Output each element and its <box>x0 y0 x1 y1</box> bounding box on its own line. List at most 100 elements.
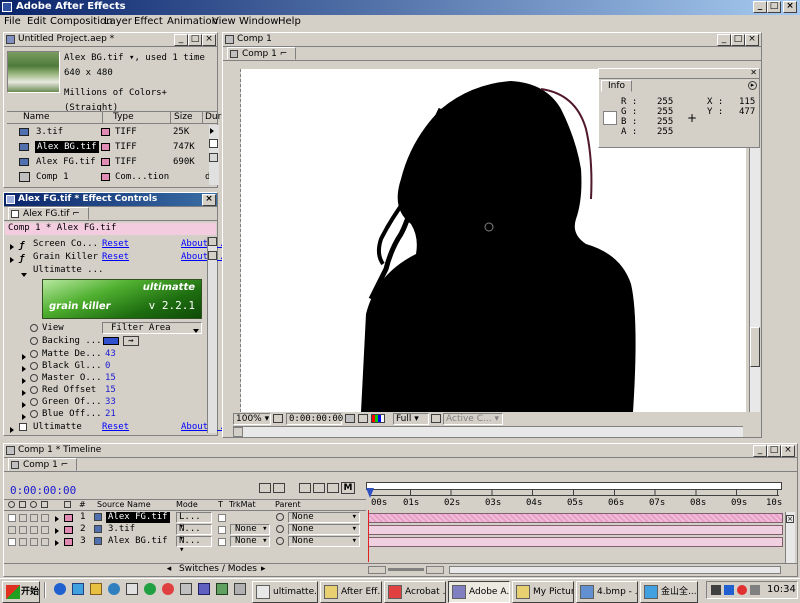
param-value[interactable]: 21 <box>105 407 116 421</box>
layer-parent-dropdown[interactable]: None ▾ <box>288 512 360 523</box>
effect-reset-link[interactable]: Reset <box>102 237 129 251</box>
layer-lock-toggle[interactable] <box>41 526 49 534</box>
layer-mode-dropdown[interactable]: N... ▾ <box>176 536 212 555</box>
pick-whip-icon[interactable] <box>276 537 284 545</box>
switches-modes-toggle[interactable]: Switches / Modes <box>179 564 257 575</box>
scroll-right-icon[interactable] <box>210 127 214 137</box>
tray-icon-1[interactable] <box>711 585 721 595</box>
menu-edit[interactable]: Edit <box>27 15 46 29</box>
zoom-in-icon[interactable] <box>426 566 444 574</box>
effect-row-ultimatte-main[interactable]: Ultimatte Reset About... <box>4 420 224 435</box>
info-close-icon[interactable]: ✕ <box>750 68 757 77</box>
layer-mode-dropdown[interactable]: N... ▾ <box>176 524 212 543</box>
project-new-folder-icon[interactable] <box>209 153 218 162</box>
layer-label-swatch[interactable] <box>64 538 73 546</box>
preserve-transparency-checkbox[interactable] <box>218 526 226 534</box>
project-item[interactable]: Comp 1 Com...tion d <box>7 170 210 185</box>
ie-quicklaunch-icon[interactable] <box>54 583 66 595</box>
work-area-bar[interactable] <box>366 482 782 490</box>
app2-quicklaunch-icon[interactable] <box>144 583 156 595</box>
layer-mode-dropdown[interactable]: L... ▾ <box>176 512 212 531</box>
stopwatch-icon[interactable] <box>30 386 38 394</box>
eyedropper-icon[interactable]: ⇝ <box>123 336 139 346</box>
app7-quicklaunch-icon[interactable] <box>234 583 246 595</box>
stopwatch-icon[interactable] <box>30 324 38 332</box>
collapse-icon[interactable] <box>21 273 27 277</box>
tab-alex-fg[interactable]: Alex FG.tif ⌐ <box>8 207 89 220</box>
close-button[interactable]: × <box>783 1 797 13</box>
scroll-right-icon[interactable]: ▸ <box>261 564 266 575</box>
layer-lock-toggle[interactable] <box>41 538 49 546</box>
layer-trkmat-dropdown[interactable]: None ▾ <box>230 536 270 547</box>
zoom-out-icon[interactable] <box>368 566 386 574</box>
project-scrollbar[interactable] <box>209 125 219 185</box>
layer-expand-icon[interactable] <box>55 516 59 522</box>
layer-trkmat-dropdown[interactable]: None ▾ <box>230 524 270 535</box>
comp-horizontal-scrollbar[interactable] <box>233 426 743 437</box>
stopwatch-icon[interactable] <box>30 374 38 382</box>
time-ruler[interactable]: 00s 01s 02s 03s 04s 05s 06s 07s 08s 09s … <box>366 482 784 511</box>
frame-blending-icon[interactable] <box>299 483 311 493</box>
app6-quicklaunch-icon[interactable] <box>216 583 228 595</box>
media-quicklaunch-icon[interactable] <box>108 583 120 595</box>
layer-label-swatch[interactable] <box>64 514 73 522</box>
layer-audio-toggle[interactable] <box>19 514 27 522</box>
tray-icon-3[interactable] <box>737 585 747 595</box>
timeline-close-button[interactable]: × <box>781 445 795 457</box>
scroll-left-icon[interactable]: ◂ <box>164 564 174 575</box>
shy-layers-icon[interactable] <box>273 483 285 493</box>
menu-file[interactable]: File <box>4 15 21 29</box>
tab-info[interactable]: Info <box>601 80 633 92</box>
effect-about-link[interactable]: About... <box>181 250 224 264</box>
scroll-left-icon[interactable] <box>233 427 243 437</box>
preserve-transparency-checkbox[interactable] <box>218 538 226 546</box>
comp-close-button[interactable]: × <box>745 34 759 46</box>
stopwatch-icon[interactable] <box>30 362 38 370</box>
effect-reset-link[interactable]: Reset <box>102 250 129 264</box>
tray-icon-2[interactable] <box>724 585 734 595</box>
tab-timeline-comp-1[interactable]: Comp 1 ⌐ <box>8 458 78 471</box>
timeline-close-x-icon[interactable]: × <box>786 515 794 523</box>
channels-icon[interactable] <box>371 414 385 423</box>
col-source-name[interactable]: Source Name <box>97 500 151 510</box>
menu-help[interactable]: Help <box>278 15 301 29</box>
layer-visibility-eye-icon[interactable] <box>8 526 16 534</box>
preserve-transparency-checkbox[interactable] <box>218 514 226 522</box>
project-settings-icon[interactable] <box>209 139 218 148</box>
effect-about-link[interactable]: About... <box>181 237 224 251</box>
menu-window[interactable]: Window <box>239 15 278 29</box>
minimize-button[interactable]: _ <box>753 1 767 13</box>
layer-name[interactable]: Alex BG.tif <box>108 536 168 547</box>
scroll-thumb[interactable] <box>750 327 760 367</box>
expand-icon[interactable] <box>10 427 14 433</box>
layer-solo-toggle[interactable] <box>30 538 38 546</box>
app5-quicklaunch-icon[interactable] <box>198 583 210 595</box>
timeline-maximize-button[interactable]: □ <box>767 445 781 457</box>
app3-quicklaunch-icon[interactable] <box>162 583 174 595</box>
project-item[interactable]: Alex BG.tif TIFF 747K <box>7 140 207 155</box>
stopwatch-icon[interactable] <box>30 350 38 358</box>
app-quicklaunch-icon[interactable] <box>126 583 138 595</box>
zoom-dropdown[interactable]: 100% ▾ <box>233 413 271 425</box>
menu-view[interactable]: View <box>212 15 236 29</box>
comp-maximize-button[interactable]: □ <box>731 34 745 46</box>
layer-name[interactable]: Alex FG.tif <box>106 512 170 523</box>
resolution-dropdown[interactable]: Full ▾ <box>393 413 429 425</box>
menu-animation[interactable]: Animation <box>167 15 218 29</box>
show-snapshot-icon[interactable] <box>358 414 368 423</box>
effect-row-ultimatte[interactable]: Ultimatte ... <box>4 263 217 278</box>
col-type[interactable]: Type <box>102 112 134 123</box>
view-dropdown[interactable]: Filter Area <box>102 322 202 334</box>
layer-audio-toggle[interactable] <box>19 538 27 546</box>
app4-quicklaunch-icon[interactable] <box>180 583 192 595</box>
layer-visibility-eye-icon[interactable] <box>8 538 16 546</box>
backing-color-swatch[interactable] <box>103 337 119 345</box>
layer-audio-toggle[interactable] <box>19 526 27 534</box>
layer-label-swatch[interactable] <box>64 526 73 534</box>
safe-zones-icon[interactable] <box>273 414 283 423</box>
effect-controls-close-button[interactable]: × <box>202 194 216 206</box>
pick-whip-icon[interactable] <box>276 525 284 533</box>
region-of-interest-icon[interactable] <box>431 414 441 423</box>
camera-view-dropdown[interactable]: Active C... ▾ <box>443 413 503 425</box>
comp-marker-icon[interactable] <box>259 483 271 493</box>
